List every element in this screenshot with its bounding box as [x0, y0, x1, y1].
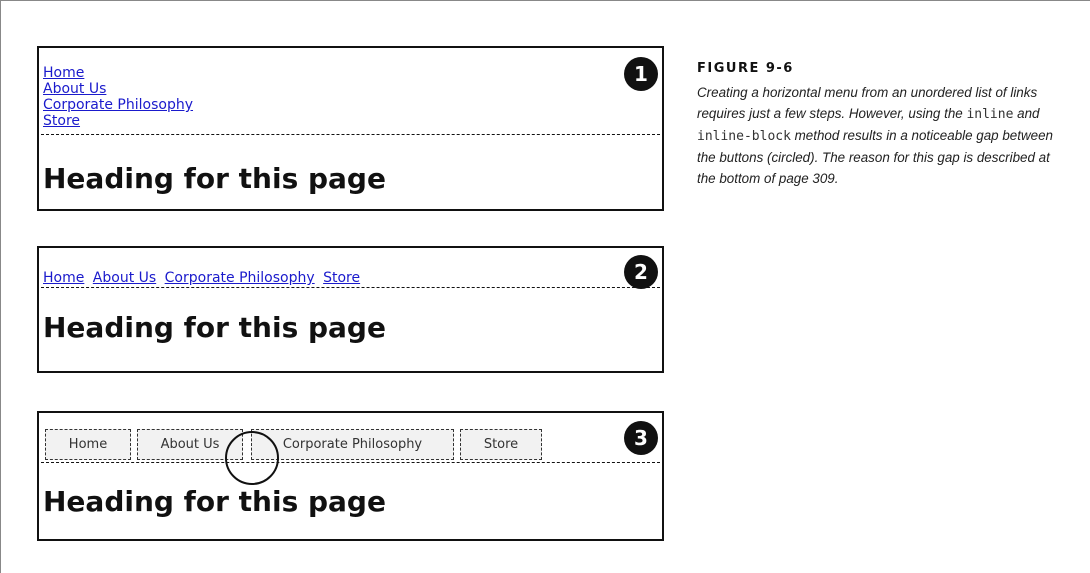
code-inline: inline — [966, 107, 1014, 122]
page-heading: Heading for this page — [43, 162, 386, 195]
nav-button-philosophy[interactable]: Corporate Philosophy — [251, 429, 454, 460]
caption-and: and — [1017, 106, 1040, 121]
figure-caption: FIGURE 9-6 Creating a horizontal menu fr… — [697, 61, 1067, 189]
frame-border-left — [0, 0, 1, 573]
frame-border-top — [0, 0, 1090, 1]
page-heading: Heading for this page — [43, 485, 386, 518]
figure-caption-text: Creating a horizontal menu from an unord… — [697, 82, 1067, 189]
screenshot-vertical-list: Home About Us Corporate Philosophy Store… — [37, 46, 664, 211]
gap-highlight-circle — [225, 431, 279, 485]
nav-item: Home — [43, 62, 193, 81]
dashed-divider — [41, 134, 660, 135]
dashed-divider — [41, 462, 660, 463]
step-badge: 2 — [624, 255, 658, 289]
dashed-divider — [41, 287, 660, 288]
nav-item: About Us — [43, 78, 193, 97]
page-heading: Heading for this page — [43, 311, 386, 344]
step-badge: 1 — [624, 57, 658, 91]
nav-link-store[interactable]: Store — [43, 113, 80, 129]
step-badge: 3 — [624, 421, 658, 455]
nav-link-philosophy[interactable]: Corporate Philosophy — [165, 270, 315, 286]
nav-list: Home About Us Corporate Philosophy Store — [43, 62, 193, 129]
nav-button-home[interactable]: Home — [45, 429, 131, 460]
nav-button-store[interactable]: Store — [460, 429, 542, 460]
nav-item: Corporate Philosophy — [43, 94, 193, 113]
nav-link-about[interactable]: About Us — [93, 270, 156, 286]
nav-link-home[interactable]: Home — [43, 270, 84, 286]
nav-link-store[interactable]: Store — [323, 270, 360, 286]
figure-label: FIGURE 9-6 — [697, 61, 794, 76]
nav-inline: Home About Us Corporate Philosophy Store — [43, 270, 364, 286]
screenshot-inline-links: Home About Us Corporate Philosophy Store… — [37, 246, 664, 373]
screenshot-inline-block-buttons: Home About Us Corporate Philosophy Store… — [37, 411, 664, 541]
code-inline-block: inline-block — [697, 129, 791, 144]
